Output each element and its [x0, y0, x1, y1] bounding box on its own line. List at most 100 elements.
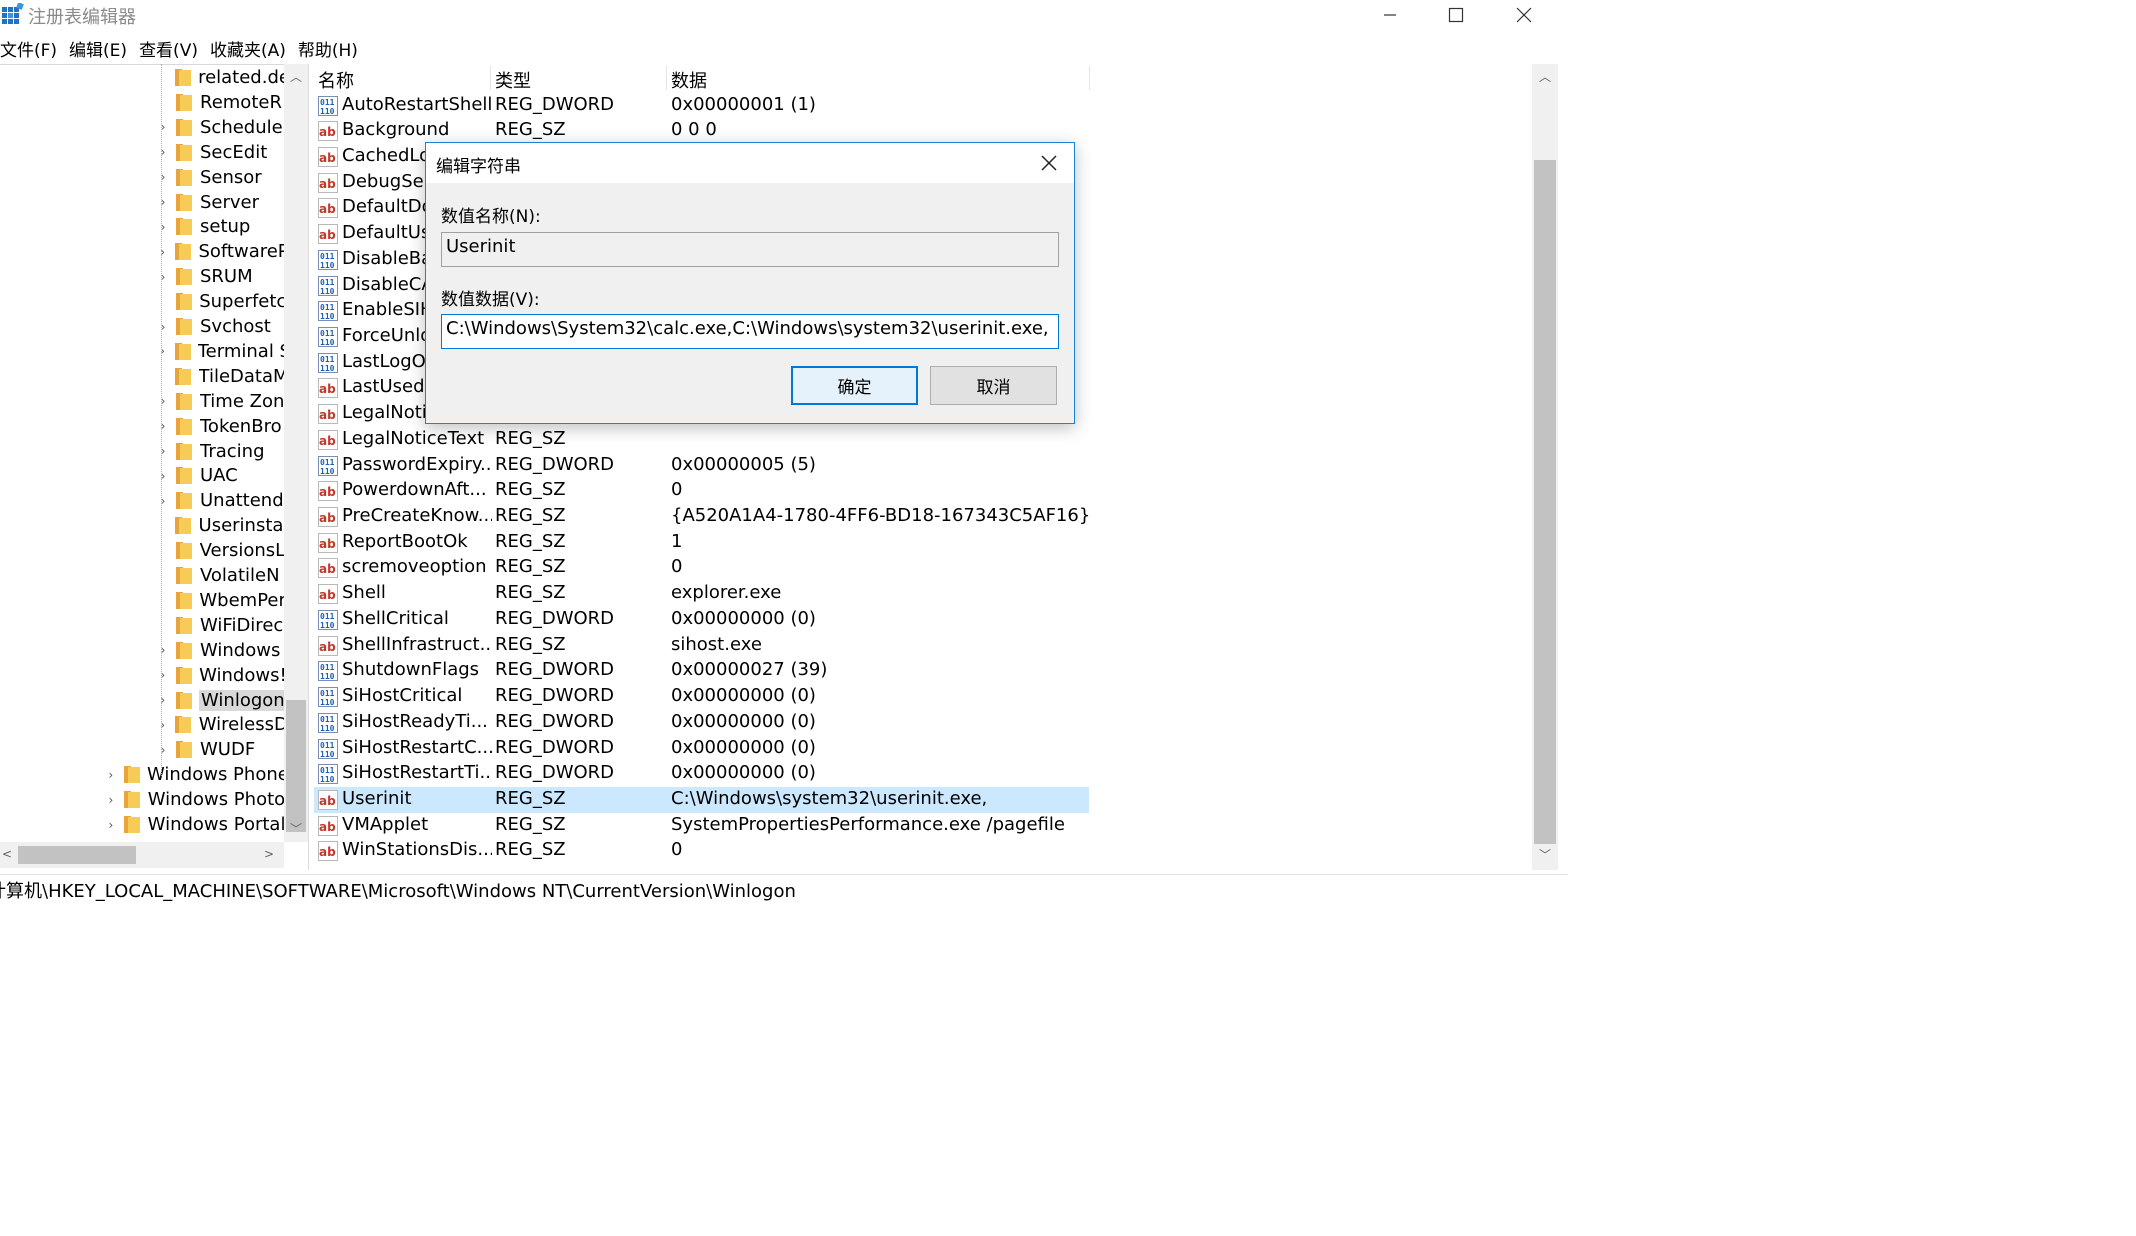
tree-item[interactable]: › Sensor: [156, 165, 284, 190]
tree-horizontal-scrollbar[interactable]: < >: [0, 842, 284, 868]
chevron-up-icon[interactable]: ︿: [290, 68, 302, 85]
dialog-close-button[interactable]: [1031, 149, 1067, 177]
tree-item[interactable]: › UAC: [156, 463, 284, 488]
chevron-right-icon[interactable]: ›: [104, 793, 118, 807]
table-row[interactable]: 011 110 SiHostCritical REG_DWORD 0x00000000 …: [314, 684, 1089, 710]
table-row[interactable]: 011 110 SiHostRestartC... REG_DWORD 0x000000…: [314, 736, 1089, 762]
tree-item[interactable]: › Unattend: [156, 488, 284, 513]
chevron-right-icon[interactable]: ›: [156, 195, 170, 209]
table-row[interactable]: ab PowerdownAft... REG_SZ 0: [314, 478, 1089, 504]
menu-file[interactable]: 文件(F): [0, 36, 63, 62]
ok-button[interactable]: 确定: [791, 366, 918, 405]
chevron-right-icon[interactable]: >: [264, 847, 274, 861]
tree-item[interactable]: › Tracing: [156, 439, 284, 464]
table-row[interactable]: ab ShellInfrastruct... REG_SZ sihost.exe: [314, 633, 1089, 659]
menu-favorites[interactable]: 收藏夹(A): [210, 36, 292, 62]
tree-item[interactable]: › Server: [156, 190, 284, 215]
chevron-down-icon[interactable]: ﹀: [1539, 846, 1551, 863]
tree-item[interactable]: › Winlogon: [156, 688, 284, 713]
chevron-right-icon[interactable]: ›: [156, 145, 170, 159]
close-window-button[interactable]: [1490, 0, 1558, 30]
chevron-down-icon[interactable]: ﹀: [290, 820, 302, 837]
tree-item[interactable]: › Schedule: [156, 115, 284, 140]
column-header-data[interactable]: 数据: [671, 67, 707, 93]
table-row[interactable]: 011 110 AutoRestartShell REG_DWORD 0x0000000…: [314, 93, 1089, 119]
tree-item[interactable]: WbemPer: [156, 588, 284, 613]
table-row[interactable]: ab LegalNoticeText REG_SZ: [314, 427, 1089, 453]
chevron-right-icon[interactable]: ›: [156, 394, 170, 408]
chevron-right-icon[interactable]: ›: [156, 220, 170, 234]
table-row[interactable]: ab Shell REG_SZ explorer.exe: [314, 581, 1089, 607]
tree-item[interactable]: › WUDF: [156, 737, 284, 762]
tree-vertical-scroll-thumb[interactable]: [286, 700, 306, 832]
tree-item[interactable]: › Windows Photo: [104, 787, 284, 812]
tree-item[interactable]: › Windows Phone: [104, 762, 284, 787]
chevron-right-icon[interactable]: ›: [156, 320, 170, 334]
list-vertical-scroll-thumb[interactable]: [1534, 160, 1556, 844]
table-row[interactable]: ab ReportBootOk REG_SZ 1: [314, 530, 1089, 556]
chevron-right-icon[interactable]: ›: [156, 718, 169, 732]
list-vertical-scrollbar[interactable]: ︿ ﹀: [1532, 64, 1558, 870]
table-row[interactable]: ab Background REG_SZ 0 0 0: [314, 118, 1089, 144]
tree-item[interactable]: › Terminal S: [156, 339, 284, 364]
chevron-right-icon[interactable]: ›: [156, 170, 170, 184]
tree-item[interactable]: VolatileN: [156, 563, 284, 588]
table-row[interactable]: ab WinStationsDis... REG_SZ 0: [314, 838, 1089, 864]
table-row[interactable]: 011 110 PasswordExpiry... REG_DWORD 0x000000…: [314, 453, 1089, 479]
tree-vertical-scrollbar[interactable]: ︿ ﹀: [284, 64, 308, 842]
chevron-left-icon[interactable]: <: [2, 847, 12, 861]
tree-item[interactable]: › Windows!: [156, 663, 284, 688]
chevron-right-icon[interactable]: ›: [104, 768, 118, 782]
chevron-right-icon[interactable]: ›: [156, 444, 170, 458]
chevron-right-icon[interactable]: ›: [156, 743, 170, 757]
tree-item[interactable]: › WirelessD: [156, 712, 284, 737]
tree-item[interactable]: › TokenBro: [156, 414, 284, 439]
menu-edit[interactable]: 编辑(E): [69, 36, 133, 62]
tree-item[interactable]: TileDataM: [156, 364, 284, 389]
chevron-right-icon[interactable]: ›: [156, 494, 170, 508]
chevron-right-icon[interactable]: ›: [156, 469, 170, 483]
table-row[interactable]: ab scremoveoption REG_SZ 0: [314, 555, 1089, 581]
tree-item[interactable]: › Windows: [156, 638, 284, 663]
tree-item[interactable]: › setup: [156, 214, 284, 239]
tree-item[interactable]: WiFiDirec: [156, 613, 284, 638]
table-row[interactable]: ab Userinit REG_SZ C:\Windows\system32\user…: [314, 786, 1089, 813]
tree-item[interactable]: VersionsL: [156, 538, 284, 563]
tree-item[interactable]: › SecEdit: [156, 140, 284, 165]
tree-item[interactable]: › Svchost: [156, 314, 284, 339]
tree-horizontal-scroll-thumb[interactable]: [18, 846, 136, 864]
tree-item[interactable]: › SRUM: [156, 264, 284, 289]
column-divider[interactable]: [490, 66, 491, 90]
tree-item[interactable]: Userinstal: [156, 513, 284, 538]
chevron-right-icon[interactable]: ›: [156, 643, 170, 657]
tree-item[interactable]: Superfetc: [156, 289, 284, 314]
chevron-right-icon[interactable]: ›: [156, 419, 170, 433]
menu-help[interactable]: 帮助(H): [298, 36, 364, 62]
chevron-right-icon[interactable]: ›: [156, 344, 169, 358]
chevron-right-icon[interactable]: ›: [156, 668, 170, 682]
column-header-type[interactable]: 类型: [495, 67, 531, 93]
column-divider[interactable]: [1089, 66, 1090, 90]
table-row[interactable]: 011 110 SiHostReadyTi... REG_DWORD 0x0000000…: [314, 710, 1089, 736]
tree-item[interactable]: › Windows Portal: [104, 812, 284, 837]
table-row[interactable]: ab VMApplet REG_SZ SystemPropertiesPerforma…: [314, 813, 1089, 839]
table-row[interactable]: ab PreCreateKnow... REG_SZ {A520A1A4-1780-4…: [314, 504, 1090, 530]
chevron-right-icon[interactable]: ›: [156, 120, 170, 134]
tree-item[interactable]: RemoteR: [156, 90, 284, 115]
tree-item[interactable]: related.de: [156, 65, 284, 90]
table-row[interactable]: 011 110 ShutdownFlags REG_DWORD 0x00000027 (…: [314, 658, 1089, 684]
tree-item[interactable]: › Time Zon: [156, 389, 284, 414]
cancel-button[interactable]: 取消: [930, 366, 1057, 405]
value-data-input[interactable]: C:\Windows\System32\calc.exe,C:\Windows\…: [441, 314, 1059, 349]
chevron-right-icon[interactable]: ›: [104, 818, 118, 832]
chevron-up-icon[interactable]: ︿: [1539, 68, 1551, 85]
chevron-right-icon[interactable]: ›: [156, 270, 170, 284]
column-header-name[interactable]: 名称: [318, 67, 354, 93]
table-row[interactable]: 011 110 SiHostRestartTi... REG_DWORD 0x00000…: [314, 761, 1089, 787]
column-divider[interactable]: [666, 66, 667, 90]
chevron-right-icon[interactable]: ›: [156, 693, 170, 707]
minimize-button[interactable]: [1356, 0, 1424, 30]
chevron-right-icon[interactable]: ›: [156, 245, 169, 259]
menu-view[interactable]: 查看(V): [139, 36, 204, 62]
tree-item[interactable]: › SoftwareP: [156, 239, 284, 264]
